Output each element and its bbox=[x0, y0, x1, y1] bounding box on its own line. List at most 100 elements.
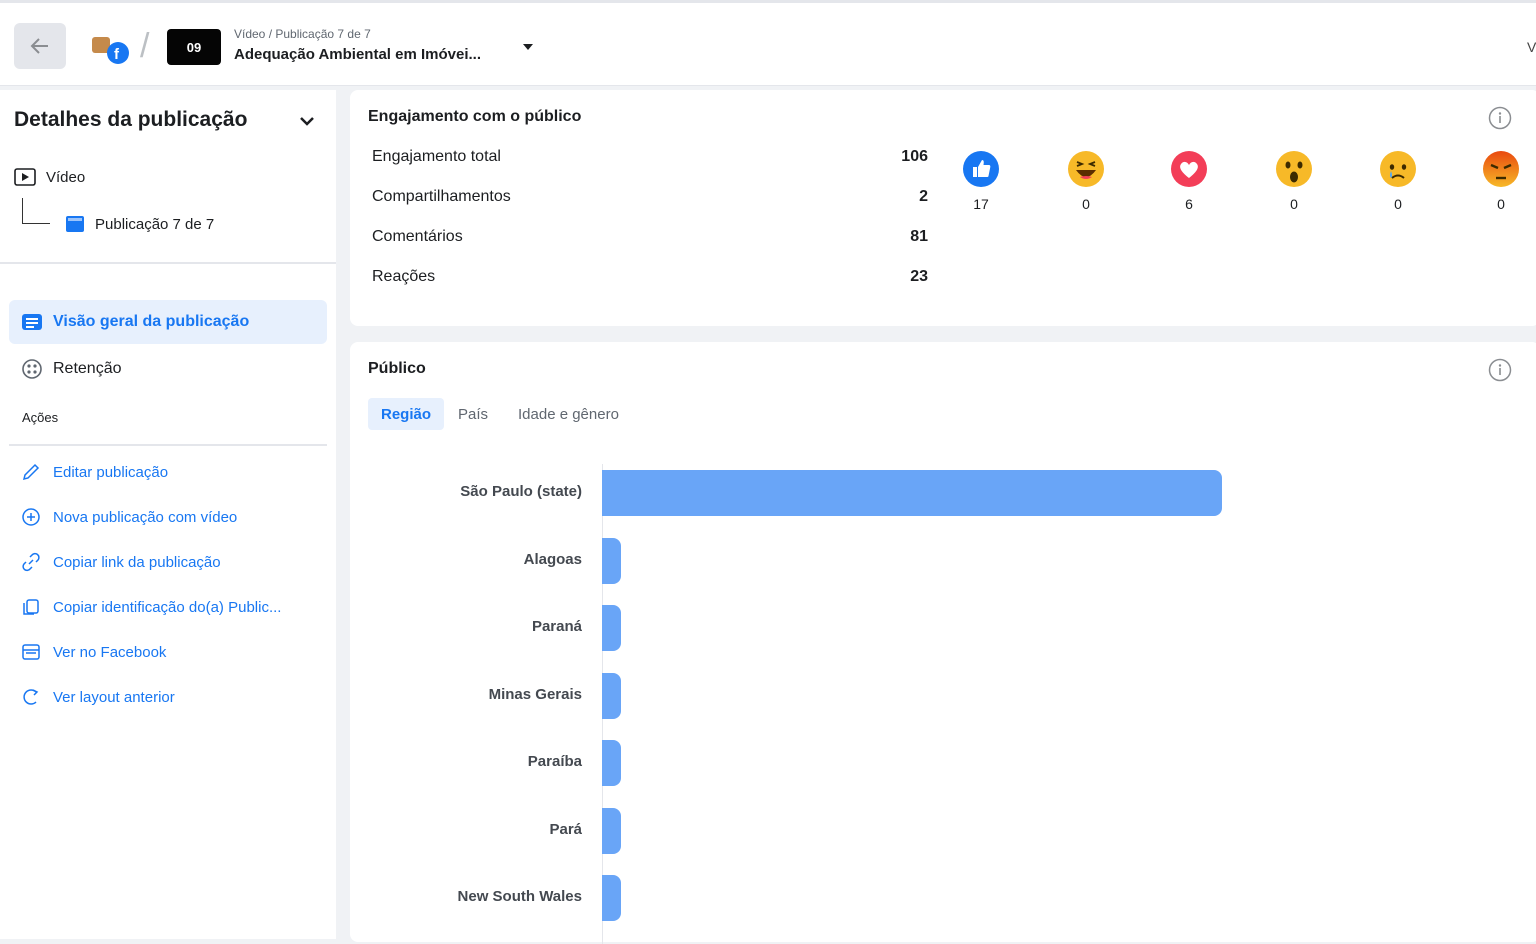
reaction-count: 0 bbox=[1497, 196, 1505, 212]
reaction-love: 6 bbox=[1159, 150, 1219, 212]
reaction-count: 17 bbox=[973, 196, 989, 212]
engagement-title: Engajamento com o público bbox=[368, 108, 582, 125]
post-title: Adequação Ambiental em Imóvei... bbox=[234, 46, 482, 63]
engagement-info-button[interactable] bbox=[1488, 106, 1512, 135]
tab-age-gender[interactable]: Idade e gênero bbox=[518, 398, 619, 430]
metric-value-shares: 2 bbox=[919, 188, 928, 205]
reaction-count: 0 bbox=[1082, 196, 1090, 212]
haha-reaction-icon bbox=[1068, 151, 1104, 187]
tree-item-video[interactable]: Vídeo bbox=[14, 168, 85, 186]
action-label: Editar publicação bbox=[53, 463, 169, 481]
sidebar-item-overview[interactable]: Visão geral da publicação bbox=[9, 300, 327, 344]
top-bar: f / 09 Vídeo / Publicação 7 de 7 Adequaç… bbox=[0, 0, 1536, 86]
chevron-down-icon bbox=[300, 117, 314, 126]
view-on-facebook-link[interactable]: Ver no Facebook bbox=[21, 642, 166, 662]
audience-title: Público bbox=[368, 360, 426, 377]
metric-label-reactions: Reações bbox=[372, 268, 436, 285]
sidebar-item-label: Visão geral da publicação bbox=[53, 313, 250, 330]
back-button[interactable] bbox=[14, 23, 66, 69]
action-label: Nova publicação com vídeo bbox=[53, 508, 238, 526]
truncated-header-text: V bbox=[1527, 39, 1536, 55]
retention-icon bbox=[22, 359, 42, 379]
like-reaction-icon bbox=[963, 151, 999, 187]
link-icon bbox=[22, 552, 40, 572]
bar-label: Paraíba bbox=[527, 753, 582, 770]
video-icon bbox=[14, 168, 36, 186]
post-selector-dropdown[interactable] bbox=[520, 39, 536, 60]
collapse-details-button[interactable] bbox=[298, 112, 316, 135]
browser-icon bbox=[22, 644, 40, 660]
bar-label: Paraná bbox=[531, 618, 582, 635]
breadcrumb-separator: / bbox=[140, 27, 150, 65]
bar-s-o-paulo-state-[interactable] bbox=[602, 470, 1222, 516]
overview-icon bbox=[22, 314, 42, 330]
facebook-page-icon[interactable]: f bbox=[92, 33, 132, 65]
action-label: Ver layout anterior bbox=[53, 688, 175, 706]
bar-alagoas[interactable] bbox=[602, 537, 621, 584]
sidebar-title: Detalhes da publicação bbox=[14, 108, 248, 131]
previous-layout-link[interactable]: Ver layout anterior bbox=[21, 687, 175, 707]
pencil-icon bbox=[22, 463, 40, 481]
post-icon bbox=[66, 216, 84, 232]
caret-down-icon bbox=[523, 44, 533, 50]
divider bbox=[9, 444, 327, 446]
tab-country[interactable]: País bbox=[458, 398, 488, 430]
tree-item-post[interactable]: Publicação 7 de 7 bbox=[65, 214, 214, 234]
arrow-left-icon bbox=[30, 38, 48, 54]
metric-label-comments: Comentários bbox=[372, 228, 463, 245]
audience-info-button[interactable] bbox=[1488, 358, 1512, 387]
bar-label: São Paulo (state) bbox=[460, 483, 582, 500]
bar-minas-gerais[interactable] bbox=[602, 672, 621, 719]
bar-par-[interactable] bbox=[602, 807, 621, 854]
metric-label-total: Engajamento total bbox=[372, 148, 501, 165]
bar-label: Pará bbox=[549, 820, 582, 838]
sidebar-item-label: Retenção bbox=[53, 360, 122, 377]
reaction-sad: 0 bbox=[1368, 150, 1428, 212]
bar-new-south-wales[interactable] bbox=[602, 875, 621, 921]
undo-icon bbox=[23, 689, 39, 705]
reaction-like: 17 bbox=[951, 150, 1011, 212]
love-reaction-icon bbox=[1171, 151, 1207, 187]
bar-label: Minas Gerais bbox=[488, 685, 582, 703]
reaction-angry: 0 bbox=[1471, 150, 1531, 212]
angry-reaction-icon bbox=[1483, 151, 1519, 187]
copy-post-link[interactable]: Copiar link da publicação bbox=[21, 552, 221, 572]
metric-label-shares: Compartilhamentos bbox=[372, 188, 511, 205]
reaction-count: 6 bbox=[1185, 196, 1193, 212]
tree-connector bbox=[22, 198, 50, 224]
tab-region[interactable]: Região bbox=[368, 398, 445, 430]
tree-video-label: Vídeo bbox=[46, 168, 86, 186]
action-label: Copiar identificação do(a) Public... bbox=[53, 598, 282, 616]
actions-heading: Ações bbox=[22, 410, 59, 425]
metric-value-total: 106 bbox=[901, 148, 928, 165]
wow-reaction-icon bbox=[1276, 151, 1312, 187]
bar-para-ba[interactable] bbox=[602, 740, 621, 786]
bar-paran-[interactable] bbox=[602, 605, 621, 651]
engagement-card: Engajamento com o público Engajamento to… bbox=[350, 90, 1536, 326]
divider bbox=[0, 262, 336, 264]
reaction-haha: 0 bbox=[1056, 150, 1116, 212]
reaction-count: 0 bbox=[1290, 196, 1298, 212]
breadcrumb: Vídeo / Publicação 7 de 7 bbox=[234, 27, 371, 41]
copy-icon bbox=[23, 599, 39, 615]
reaction-count: 0 bbox=[1394, 196, 1402, 212]
region-bar-chart: São Paulo (state) Alagoas Paraná Minas Gera… bbox=[350, 452, 1536, 944]
video-thumbnail: 09 bbox=[167, 29, 221, 65]
edit-post-link[interactable]: Editar publicação bbox=[21, 462, 168, 482]
metric-value-comments: 81 bbox=[910, 228, 928, 245]
metric-value-reactions: 23 bbox=[910, 268, 928, 285]
copy-post-id-link[interactable]: Copiar identificação do(a) Public... bbox=[21, 597, 281, 617]
action-label: Copiar link da publicação bbox=[53, 553, 221, 571]
bar-label: New South Wales bbox=[457, 888, 582, 905]
action-label: Ver no Facebook bbox=[53, 643, 167, 661]
reaction-wow: 0 bbox=[1264, 150, 1324, 212]
tree-post-label: Publicação 7 de 7 bbox=[95, 215, 215, 233]
sidebar-item-retention[interactable]: Retenção bbox=[21, 358, 122, 380]
audience-card: Público Região País Idade e gênero São P… bbox=[350, 342, 1536, 944]
info-icon bbox=[1488, 106, 1512, 130]
new-video-post-link[interactable]: Nova publicação com vídeo bbox=[21, 507, 237, 527]
sad-reaction-icon bbox=[1380, 151, 1416, 187]
info-icon bbox=[1488, 358, 1512, 382]
sidebar: Detalhes da publicação Vídeo Publicação … bbox=[0, 90, 336, 939]
bar-label: Alagoas bbox=[523, 550, 582, 568]
